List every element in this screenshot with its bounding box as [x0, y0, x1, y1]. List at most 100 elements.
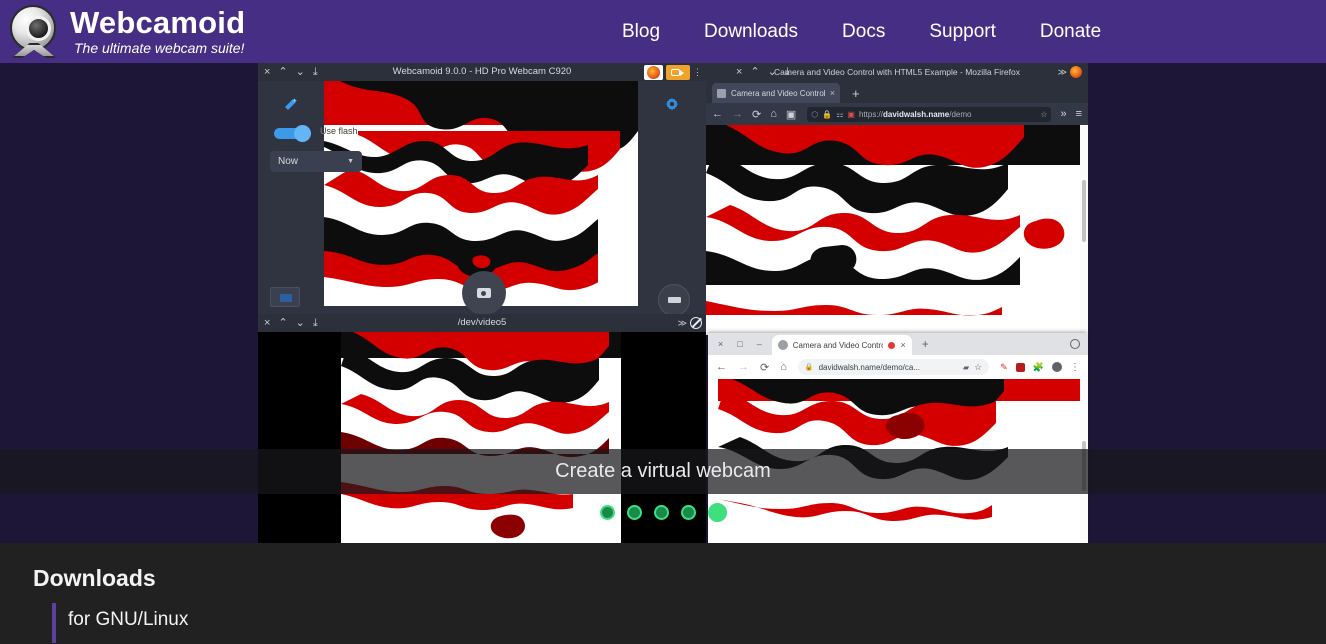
window-maximize-icon[interactable]: ⌄ [296, 317, 305, 329]
camera-sharing-icon[interactable]: ▣ [847, 110, 855, 119]
use-flash-label: Use flash [320, 126, 358, 136]
firefox-webcam-demo-video [706, 125, 1080, 335]
ublock-extension-icon[interactable] [1015, 362, 1025, 372]
back-icon[interactable]: ← [716, 361, 727, 373]
chrome-tab[interactable]: Camera and Video Contro × [771, 335, 912, 355]
chevron-down-icon: ▼ [347, 158, 354, 165]
window-minimize-icon[interactable]: ⌃ [278, 66, 287, 78]
lock-icon[interactable]: 🔒 [822, 110, 832, 119]
firefox-titlebar[interactable]: × ⌃ ⌄ ⤓ Camera and Video Control with HT… [706, 63, 1088, 81]
forward-icon[interactable]: → [738, 361, 749, 373]
chrome-titlebar[interactable]: × □ – Camera and Video Contro × + [708, 333, 1088, 355]
brand-tagline: The ultimate webcam suite! [74, 39, 245, 56]
chrome-tab-label: Camera and Video Contro [792, 340, 884, 350]
collapse-icon[interactable]: ≫ [1058, 67, 1067, 78]
firefox-url-text: https://davidwalsh.name/demo [858, 109, 972, 119]
firefox-window-title: Camera and Video Control with HTML5 Exam… [774, 67, 1020, 77]
permissions-icon[interactable]: ⚏ [836, 110, 843, 119]
window-maximize-icon[interactable]: ⌄ [296, 66, 305, 78]
window-close-icon[interactable]: × [264, 317, 270, 329]
home-icon[interactable]: ⌂ [770, 108, 777, 120]
record-video-icon[interactable] [658, 284, 690, 316]
carousel-dot-1[interactable] [599, 504, 615, 520]
nav-link-docs[interactable]: Docs [820, 0, 907, 63]
window-menu-dots-icon[interactable]: ⋮ [693, 67, 702, 78]
shield-icon[interactable]: ⬡ [811, 110, 818, 119]
firefox-tab[interactable]: Camera and Video Control × [712, 83, 840, 103]
chevron-double-right-icon[interactable]: » [1060, 108, 1066, 120]
nav-link-support[interactable]: Support [907, 0, 1018, 63]
hamburger-menu-icon[interactable]: ≡ [1076, 108, 1082, 120]
window-minimize-icon[interactable]: – [757, 339, 762, 349]
tab-close-icon[interactable]: × [900, 340, 905, 350]
main-navigation: Blog Downloads Docs Support Donate [600, 0, 1123, 63]
capture-timing-value: Now [278, 156, 299, 167]
last-capture-thumbnail[interactable] [270, 287, 300, 307]
tab-favicon-icon [777, 340, 788, 350]
firefox-address-bar[interactable]: ⬡ 🔒 ⚏ ▣ https://davidwalsh.name/demo ☆ [807, 106, 1052, 122]
home-icon[interactable]: ⌂ [780, 361, 787, 373]
no-entry-icon[interactable] [690, 317, 702, 329]
downloads-accent-bar [52, 603, 56, 643]
window-maximize-icon[interactable]: □ [737, 339, 742, 349]
webcamoid-window-title: Webcamoid 9.0.0 - HD Pro Webcam C920 [392, 66, 572, 77]
webcam-logo-icon [8, 3, 60, 59]
taskbar-firefox-icon[interactable] [644, 64, 663, 80]
library-icon[interactable]: ▣ [786, 108, 796, 121]
reload-icon[interactable]: ⟳ [760, 361, 769, 374]
carousel-dot-4[interactable] [680, 504, 696, 520]
chrome-toolbar: ← → ⟳ ⌂ 🔒 davidwalsh.name/demo/ca... ▰ ☆… [708, 355, 1088, 379]
window-shade-icon[interactable]: ⤓ [313, 317, 318, 329]
chrome-omnibox[interactable]: 🔒 davidwalsh.name/demo/ca... ▰ ☆ [797, 359, 990, 375]
star-icon[interactable]: ☆ [974, 362, 982, 373]
nav-link-blog[interactable]: Blog [600, 0, 682, 63]
pen-extension-icon[interactable]: ✎ [1000, 362, 1008, 373]
puzzle-extensions-icon[interactable]: 🧩 [1033, 362, 1044, 373]
nav-link-donate[interactable]: Donate [1018, 0, 1123, 63]
window-close-icon[interactable]: × [264, 66, 270, 78]
webcamoid-body: Use flash Now ▼ [258, 81, 706, 322]
firefox-tab-label: Camera and Video Control [731, 88, 825, 98]
window-shade-icon[interactable]: ⤓ [313, 66, 318, 78]
gear-icon[interactable] [665, 97, 679, 111]
carousel-caption: Create a virtual webcam [555, 460, 771, 482]
collapse-icon[interactable]: ≫ [678, 318, 687, 329]
webcamoid-titlebar[interactable]: × ⌃ ⌄ ⤓ Webcamoid 9.0.0 - HD Pro Webcam … [258, 63, 706, 81]
nav-link-downloads[interactable]: Downloads [682, 0, 820, 63]
reload-icon[interactable]: ⟳ [752, 108, 761, 121]
taskbar-webcamoid-icon[interactable] [666, 64, 690, 80]
downloads-heading: Downloads [33, 565, 156, 591]
profile-avatar-icon[interactable] [1052, 362, 1062, 372]
site-header: Webcamoid The ultimate webcam suite! Blo… [0, 0, 1326, 63]
tab-favicon-icon [717, 88, 726, 98]
carousel-dot-2[interactable] [626, 504, 642, 520]
tab-recording-indicator-icon [888, 341, 896, 349]
page-title: Webcamoid [70, 4, 246, 40]
brand-logo[interactable]: Webcamoid The ultimate webcam suite! [0, 0, 245, 63]
firefox-logo-icon[interactable] [1070, 66, 1082, 78]
downloads-subheading: for GNU/Linux [68, 609, 189, 630]
hero-carousel: × ⌃ ⌄ ⤓ Webcamoid 9.0.0 - HD Pro Webcam … [0, 63, 1326, 543]
lock-icon: 🔒 [804, 364, 814, 371]
star-icon[interactable]: ☆ [1040, 110, 1047, 119]
carousel-dot-3[interactable] [653, 504, 669, 520]
carousel-dot-5[interactable] [707, 502, 727, 522]
three-dot-menu-icon[interactable]: ⋮ [1070, 362, 1080, 373]
use-flash-toggle[interactable] [274, 125, 314, 142]
settings-circle-icon[interactable] [1070, 339, 1080, 349]
forward-icon[interactable]: → [732, 108, 743, 120]
carousel-caption-band: Create a virtual webcam [0, 449, 1326, 494]
new-tab-button[interactable]: + [922, 337, 929, 351]
new-tab-button[interactable]: + [852, 85, 860, 103]
video5-titlebar[interactable]: × ⌃ ⌄ ⤓ /dev/video5 ≫ [258, 314, 706, 332]
camera-shutter-icon[interactable] [462, 271, 506, 315]
back-icon[interactable]: ← [712, 108, 723, 120]
capture-timing-select[interactable]: Now ▼ [270, 151, 362, 172]
firefox-scrollbar[interactable] [1080, 125, 1088, 335]
video5-window-title: /dev/video5 [457, 317, 507, 328]
camera-sharing-icon[interactable]: ▰ [963, 363, 969, 372]
window-close-icon[interactable]: × [718, 339, 723, 349]
tab-close-icon[interactable]: × [830, 88, 835, 98]
magic-wand-icon[interactable] [282, 97, 298, 113]
window-minimize-icon[interactable]: ⌃ [278, 317, 287, 329]
